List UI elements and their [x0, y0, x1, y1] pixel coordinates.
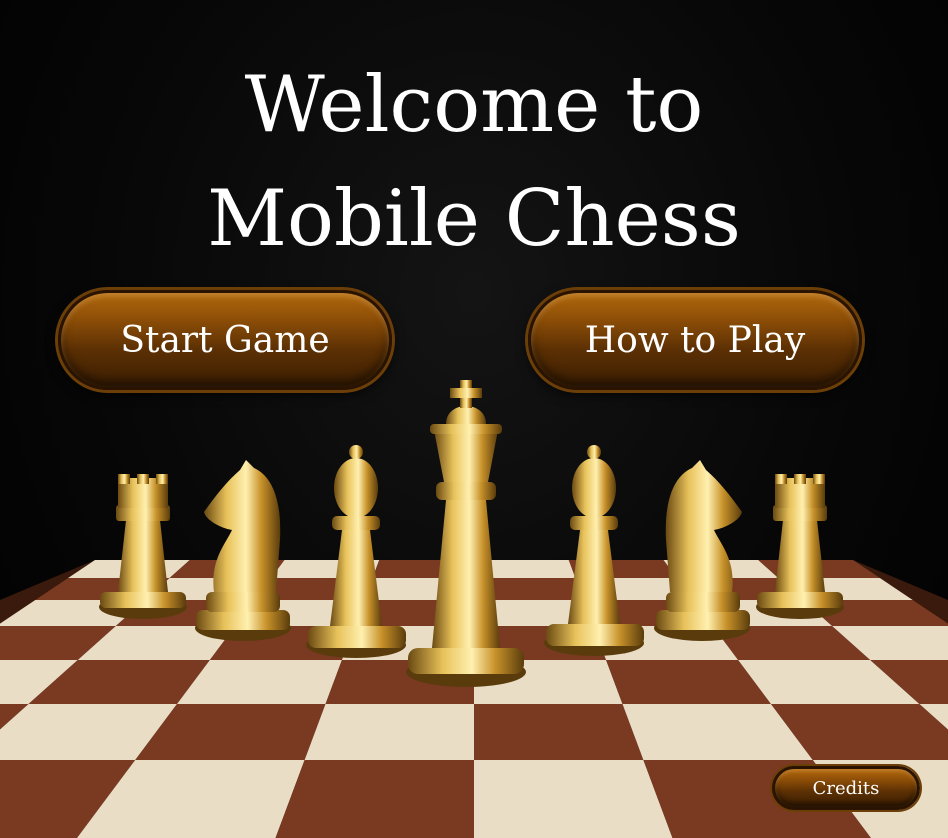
title-line-2: Mobile Chess: [207, 174, 741, 264]
title-line-1: Welcome to: [244, 60, 704, 150]
welcome-title: Welcome to Mobile Chess: [0, 48, 948, 276]
board-square: [474, 704, 644, 760]
knight-right-piece: [654, 460, 750, 641]
board-square: [474, 760, 673, 838]
main-menu-screen: Welcome to Mobile Chess Start Game How t…: [0, 0, 948, 838]
board-square: [275, 760, 474, 838]
how-to-play-label: How to Play: [584, 319, 806, 361]
credits-button[interactable]: Credits: [772, 766, 920, 810]
credits-label: Credits: [812, 777, 880, 799]
how-to-play-button[interactable]: How to Play: [528, 290, 862, 390]
rook-right-piece: [756, 474, 844, 619]
start-game-label: Start Game: [120, 319, 330, 361]
knight-left-piece: [195, 460, 291, 641]
rook-left-piece: [99, 474, 187, 619]
bishop-left-piece: [306, 445, 406, 658]
start-game-button[interactable]: Start Game: [58, 290, 392, 390]
board-square: [304, 704, 474, 760]
bishop-right-piece: [544, 445, 644, 656]
